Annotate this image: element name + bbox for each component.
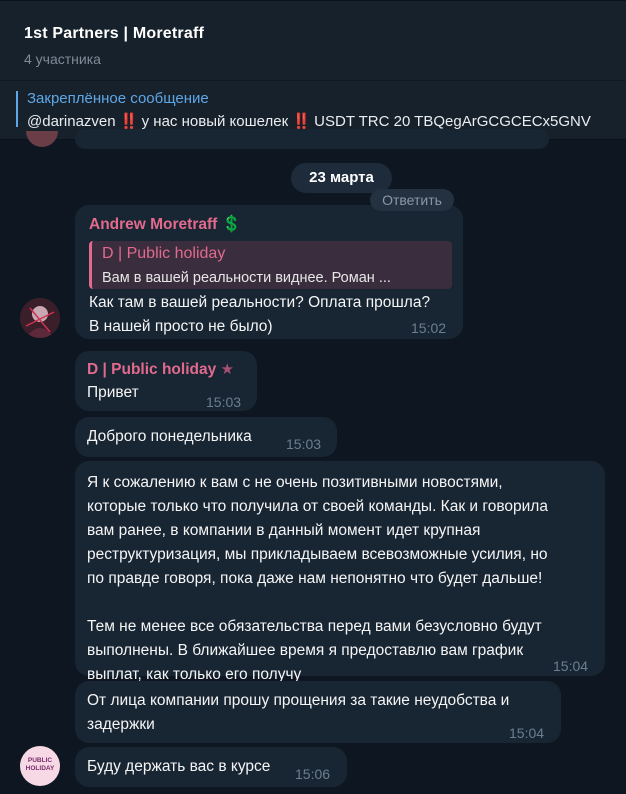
message-text: Буду держать вас в курсе [87,758,271,775]
chat-title: 1st Partners | Moretraff [24,25,204,42]
message-list[interactable]: 23 марта Andrew Moretraff 💲 D | Public h… [0,129,626,794]
message-bubble[interactable]: От лица компании прошу прощения за такие… [75,681,561,743]
message-bubble[interactable]: Доброго понедельника 15:03 [75,417,337,457]
message-bubble-partial[interactable] [75,129,549,149]
avatar-logo: PUBLIC HOLIDAY [25,757,55,772]
chat-header[interactable]: 1st Partners | Moretraff 4 участника [0,0,626,81]
message-bubble[interactable]: D | Public holiday ★ Привет 15:03 [75,351,257,411]
member-count: 4 участника [24,51,101,67]
message-time: 15:04 [509,725,545,741]
dollar-emoji-icon: 💲 [221,216,242,233]
reply-button[interactable]: Ответить [370,189,454,211]
message-time: 15:03 [286,436,322,452]
pinned-text-part: у нас новый кошелек [137,113,293,130]
double-exclamation-icon: ‼️ [292,113,311,130]
sender-row: D | Public holiday ★ [87,358,234,382]
avatar-image [20,298,60,338]
double-exclamation-icon: ‼️ [119,113,139,130]
message-time: 15:04 [553,658,589,674]
message-bubble[interactable]: Andrew Moretraff 💲 D | Public holiday Ва… [75,205,463,339]
message-text: Доброго понедельника [87,428,252,445]
pinned-text: @darinazven ‼️ у нас новый кошелек ‼️ US… [27,112,591,130]
pinned-text-part: @darinazven [27,113,120,130]
sender-name[interactable]: D | Public holiday [87,361,216,378]
pinned-title: Закреплённое сообщение [27,90,209,107]
avatar[interactable] [26,131,58,147]
message-text: Привет [87,384,139,401]
avatar[interactable] [20,298,60,338]
quote-text: Вам в вашей реальности виднее. Роман ... [102,270,391,286]
message-time: 15:03 [206,394,242,410]
quote-sender: D | Public holiday [102,245,226,262]
star-icon: ★ [220,361,234,378]
message-time: 15:06 [295,766,331,782]
message-time: 15:02 [411,320,447,336]
pinned-accent-bar [16,91,18,127]
reply-quote[interactable]: D | Public holiday Вам в вашей реальност… [89,241,452,289]
message-bubble[interactable]: Буду держать вас в курсе 15:06 [75,747,347,787]
avatar[interactable]: PUBLIC HOLIDAY [20,746,60,786]
message-bubble[interactable]: Я к сожалению к вам с не очень позитивны… [75,461,605,683]
message-text: Я к сожалению к вам с не очень позитивны… [87,474,548,683]
sender-name[interactable]: Andrew Moretraff [89,216,217,233]
message-text: От лица компании прошу прощения за такие… [87,692,510,733]
message-text: Как там в вашей реальности? Оплата прошл… [89,294,431,335]
pinned-text-part: USDT TRC 20 TBQegArGCGCECx5GNV [309,113,591,130]
sender-row: Andrew Moretraff 💲 [89,213,242,237]
